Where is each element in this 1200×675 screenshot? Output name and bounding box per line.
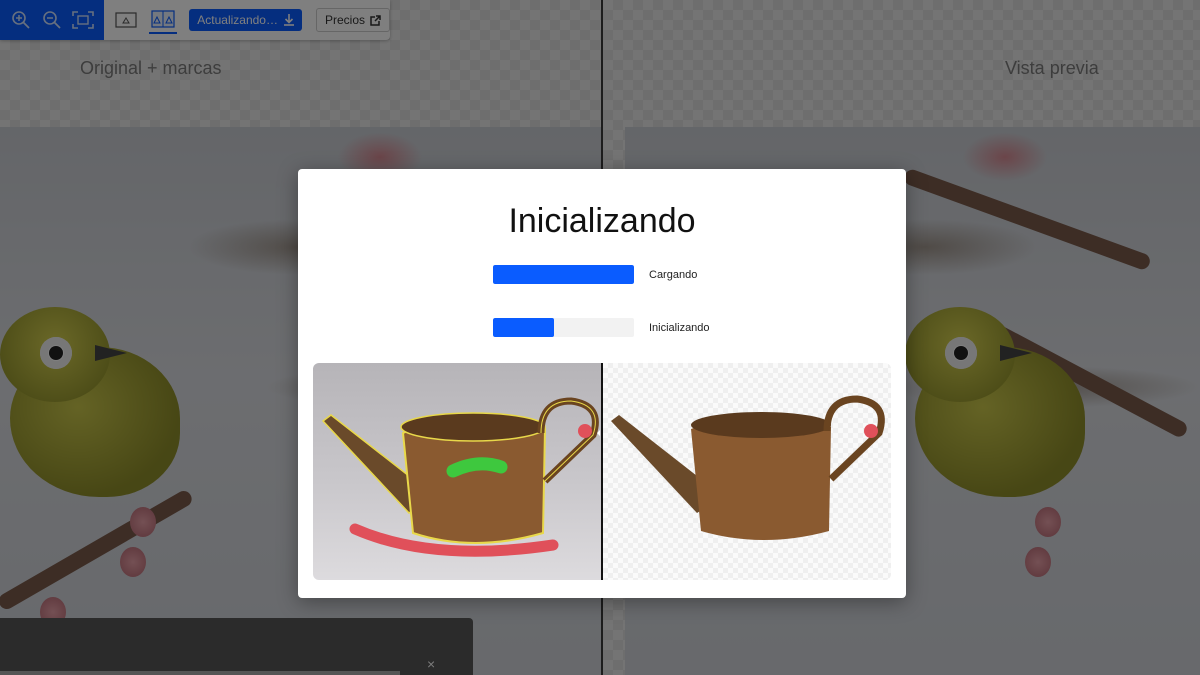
- loading-progress-label: Cargando: [649, 268, 698, 281]
- initializing-progress-bar: [493, 318, 634, 337]
- initializing-progress-fill: [493, 318, 554, 337]
- toast-text-fragment: [0, 671, 400, 675]
- demo-comparison: [313, 363, 891, 580]
- demo-preview-image: [603, 363, 891, 580]
- notification-toast: ×: [0, 618, 473, 675]
- dialog-title: Inicializando: [508, 202, 696, 240]
- initializing-progress-label: Inicializando: [649, 321, 710, 334]
- initializing-progress-row: Inicializando: [493, 318, 710, 337]
- loading-progress-bar: [493, 265, 634, 284]
- loading-progress-fill: [493, 265, 634, 284]
- close-icon[interactable]: ×: [427, 656, 435, 672]
- loading-progress-row: Cargando: [493, 265, 697, 284]
- initializing-dialog: Inicializando Cargando Inicializando: [298, 169, 906, 598]
- demo-original-image: [313, 363, 601, 580]
